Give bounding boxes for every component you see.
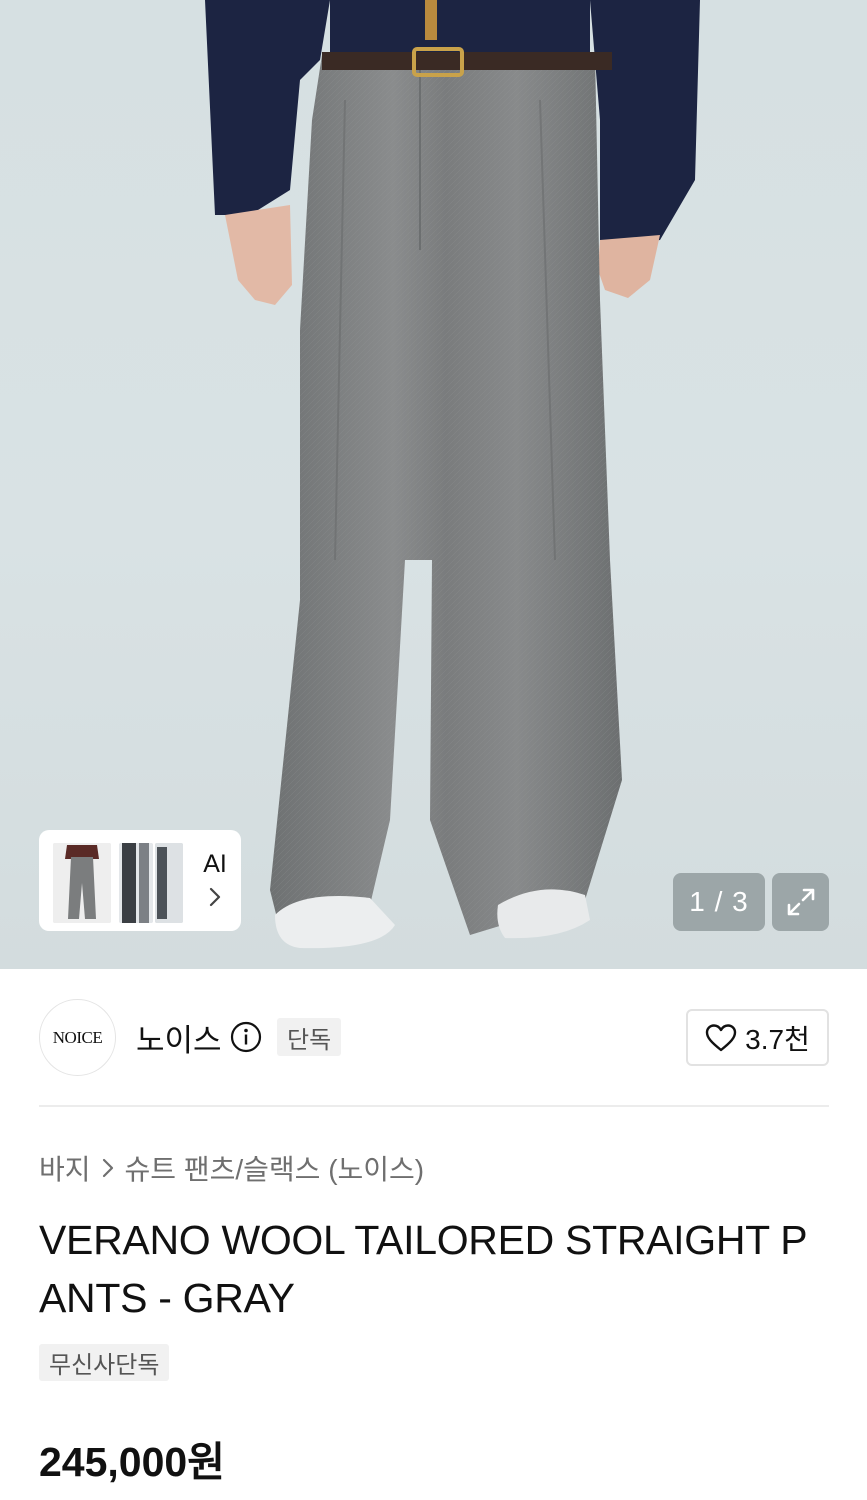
chevron-right-icon <box>209 887 221 907</box>
breadcrumb: 바지 슈트 팬츠/슬랙스 (노이스) <box>39 1148 424 1188</box>
ai-link[interactable]: AI <box>199 850 231 907</box>
exclusive-tag: 무신사단독 <box>39 1344 170 1381</box>
thumbnail-1[interactable] <box>53 842 111 923</box>
thumbnail-card[interactable]: AI <box>39 830 241 931</box>
expand-button[interactable] <box>772 873 829 931</box>
info-icon[interactable] <box>230 1021 262 1053</box>
heart-icon <box>705 1023 737 1051</box>
ai-label: AI <box>203 850 227 878</box>
divider <box>39 1105 829 1107</box>
like-count: 3.7천 <box>745 1023 810 1055</box>
brand-name[interactable]: 노이스 <box>136 1015 222 1060</box>
thumbnail-3[interactable] <box>155 842 183 923</box>
like-button[interactable]: 3.7천 <box>686 1009 829 1066</box>
product-price: 245,000원 <box>39 1439 225 1485</box>
product-image-gallery[interactable]: AI 1 / 3 <box>0 0 867 969</box>
product-title: VERANO WOOL TAILORED STRAIGHT PANTS - GR… <box>39 1217 808 1321</box>
exclusive-badge: 단독 <box>277 1018 342 1056</box>
thumbnail-2[interactable] <box>119 842 153 923</box>
breadcrumb-item-subcategory[interactable]: 슈트 팬츠/슬랙스 (노이스) <box>125 1148 425 1188</box>
thumbnail-strip[interactable] <box>51 839 183 923</box>
expand-icon <box>787 888 814 916</box>
product-photo <box>205 0 700 949</box>
chevron-right-icon <box>102 1158 113 1178</box>
image-counter: 1 / 3 <box>673 873 765 931</box>
brand-logo[interactable]: NOICE <box>39 999 116 1076</box>
breadcrumb-item-category[interactable]: 바지 <box>39 1148 91 1188</box>
